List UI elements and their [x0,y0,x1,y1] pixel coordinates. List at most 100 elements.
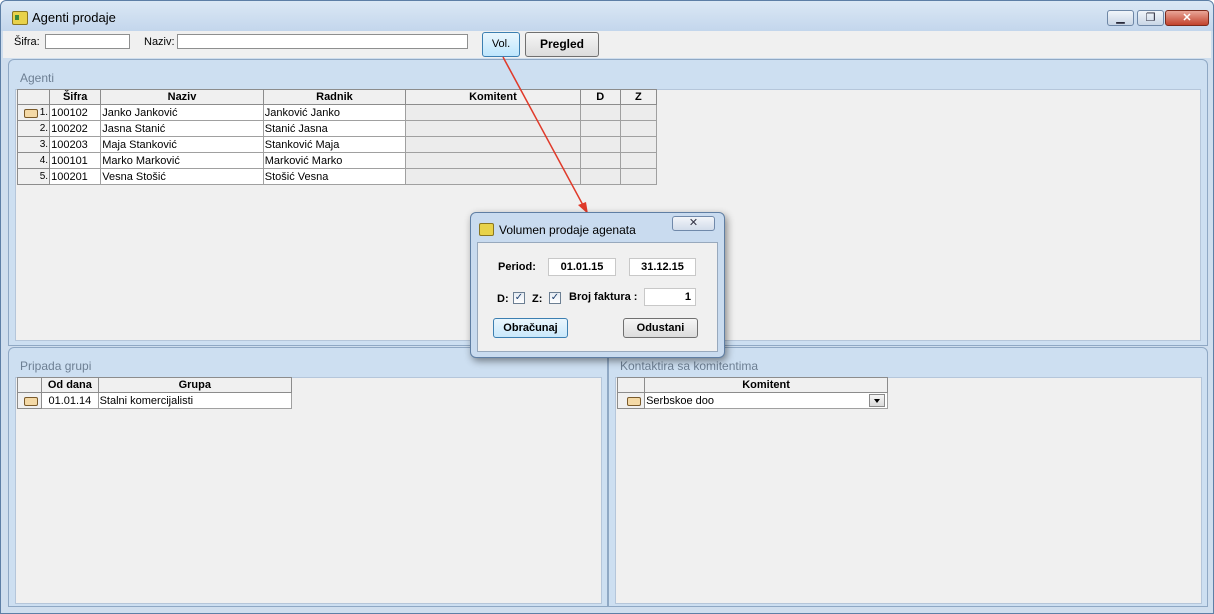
cell-naziv[interactable]: Marko Marković [100,152,264,169]
kontaktira-header-row: Komitent [616,377,888,393]
table-row[interactable]: Serbskoe doo [616,392,888,409]
table-row[interactable]: 4. 100101 Marko Marković Marković Marko [16,152,658,169]
column-header-radnik[interactable]: Radnik [262,89,407,105]
cell-komitent[interactable] [405,136,581,153]
cell-naziv[interactable]: Jasna Stanić [100,120,264,137]
table-row[interactable]: 2. 100202 Jasna Stanić Stanić Jasna [16,120,658,137]
agenti-table: Šifra Naziv Radnik Komitent D Z 1. 10010… [16,89,658,185]
row-indicator[interactable] [616,392,646,409]
cell-komitent[interactable] [405,168,581,185]
column-header-sifra[interactable]: Šifra [49,89,102,105]
maximize-button[interactable]: ❐ [1137,10,1164,26]
cell-naziv[interactable]: Maja Stanković [100,136,264,153]
cell-d[interactable] [579,120,621,137]
cell-sifra[interactable]: 100202 [49,120,102,137]
cell-radnik[interactable]: Stanić Jasna [262,120,407,137]
row-indicator-header [16,89,51,105]
column-header-od-dana[interactable]: Od dana [41,377,99,393]
z-checkbox[interactable]: ✓ [549,292,561,304]
pripada-header-row: Od dana Grupa [16,377,293,393]
pointing-hand-icon [23,108,40,118]
table-row[interactable]: 01.01.14 Stalni komercijalisti [16,392,293,409]
dialog-body: Period: 01.01.15 31.12.15 D: ✓ Z: ✓ Broj… [477,242,718,352]
table-row[interactable]: 3. 100203 Maja Stanković Stanković Maja [16,136,658,153]
naziv-input[interactable] [177,34,468,49]
sifra-input[interactable] [45,34,130,49]
cell-sifra[interactable]: 100101 [49,152,102,169]
close-button[interactable]: ✕ [1165,10,1209,26]
cell-naziv[interactable]: Janko Janković [100,104,264,121]
column-header-z[interactable]: Z [619,89,658,105]
pripada-grupi-panel: Pripada grupi Od dana Grupa 01.01.14 Sta… [8,347,608,607]
kontaktira-title: Kontaktira sa komitentima [620,359,759,373]
filter-toolbar: Šifra: Naziv: Vol. Pregled [3,31,1211,58]
kontaktira-table: Komitent Serbskoe doo [616,377,888,409]
pripada-grupi-table: Od dana Grupa 01.01.14 Stalni komercijal… [16,377,293,409]
cell-z[interactable] [619,152,658,169]
row-indicator[interactable]: 4. [16,152,51,169]
odustani-button[interactable]: Odustani [623,318,698,338]
pointing-hand-icon [24,396,40,406]
broj-faktura-input[interactable]: 1 [644,288,696,306]
row-indicator[interactable]: 1. [16,104,51,121]
chevron-down-icon[interactable] [869,394,885,407]
pripada-grid-area [15,377,602,604]
date-from-input[interactable]: 01.01.15 [548,258,616,276]
column-header-grupa[interactable]: Grupa [97,377,293,393]
cell-z[interactable] [619,104,658,121]
obracunaj-button[interactable]: Obračunaj [493,318,568,338]
row-indicator[interactable]: 3. [16,136,51,153]
row-indicator[interactable] [16,392,43,409]
table-row[interactable]: 5. 100201 Vesna Stošić Stošić Vesna [16,168,658,185]
row-indicator-header [616,377,646,393]
pregled-button[interactable]: Pregled [525,32,599,57]
cell-komitent[interactable] [405,152,581,169]
row-number: 1. [39,107,49,118]
cell-sifra[interactable]: 100201 [49,168,102,185]
cell-naziv[interactable]: Vesna Stošić [100,168,264,185]
cell-grupa[interactable]: Stalni komercijalisti [97,392,293,409]
komitent-select[interactable]: Serbskoe doo [644,392,888,409]
column-header-komitent[interactable]: Komitent [405,89,581,105]
window-title: Agenti prodaje [32,10,116,25]
cell-z[interactable] [619,136,658,153]
cell-sifra[interactable]: 100203 [49,136,102,153]
row-indicator[interactable]: 2. [16,120,51,137]
column-header-d[interactable]: D [579,89,621,105]
sifra-label: Šifra: [14,36,40,48]
d-checkbox[interactable]: ✓ [513,292,525,304]
cell-komitent: Serbskoe doo [646,394,714,407]
table-row[interactable]: 1. 100102 Janko Janković Janković Janko [16,104,658,121]
agenti-header-row: Šifra Naziv Radnik Komitent D Z [16,89,658,105]
date-to-input[interactable]: 31.12.15 [629,258,696,276]
row-indicator-header [16,377,43,393]
kontaktira-panel: Kontaktira sa komitentima Komitent Serbs… [608,347,1208,607]
cell-z[interactable] [619,120,658,137]
cell-z[interactable] [619,168,658,185]
column-header-komitent[interactable]: Komitent [644,377,888,393]
row-indicator[interactable]: 5. [16,168,51,185]
cell-radnik[interactable]: Marković Marko [262,152,407,169]
cell-d[interactable] [579,152,621,169]
cell-d[interactable] [579,104,621,121]
cell-komitent[interactable] [405,104,581,121]
minimize-button[interactable]: ▁ [1107,10,1134,26]
cell-radnik[interactable]: Stošić Vesna [262,168,407,185]
pointing-hand-icon [627,396,643,406]
cell-komitent[interactable] [405,120,581,137]
app-icon [12,11,28,25]
cell-d[interactable] [579,168,621,185]
dialog-title: Volumen prodaje agenata [499,223,636,237]
cell-sifra[interactable]: 100102 [49,104,102,121]
cell-d[interactable] [579,136,621,153]
cell-radnik[interactable]: Janković Janko [262,104,407,121]
period-label: Period: [498,261,536,273]
title-bar[interactable]: Agenti prodaje ▁ ❐ ✕ [1,1,1213,31]
cell-od-dana[interactable]: 01.01.14 [41,392,99,409]
column-header-naziv[interactable]: Naziv [100,89,264,105]
broj-faktura-label: Broj faktura : [569,291,638,303]
cell-radnik[interactable]: Stanković Maja [262,136,407,153]
dialog-close-button[interactable]: ✕ [672,216,715,231]
vol-button[interactable]: Vol. [482,32,520,57]
volumen-prodaje-dialog: Volumen prodaje agenata ✕ Period: 01.01.… [470,212,725,358]
